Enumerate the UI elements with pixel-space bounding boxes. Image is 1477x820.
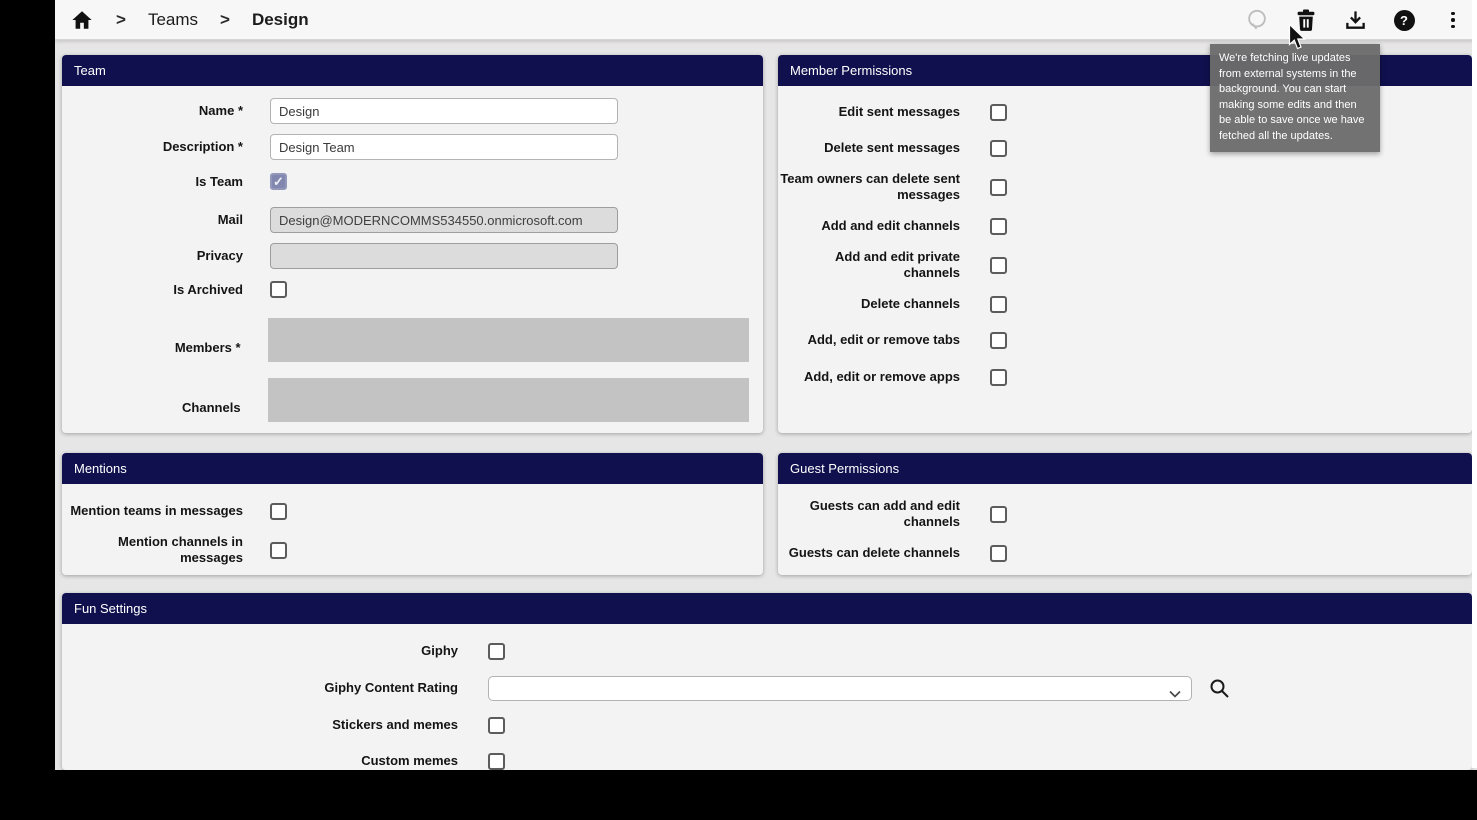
permission-row: Team owners can delete sent messages (778, 174, 1458, 200)
is-archived-row: Is Archived (62, 281, 749, 298)
app-window: > Teams > Design (55, 0, 1477, 770)
mention-teams-checkbox[interactable] (270, 503, 287, 520)
add-edit-private-channels-label: Add and edit private channels (778, 249, 960, 281)
breadcrumb-design: Design (252, 10, 309, 30)
name-label: Name * (62, 103, 243, 119)
scrollbar-track[interactable] (1472, 0, 1477, 768)
mouse-cursor (1288, 24, 1306, 56)
chevron-right-icon: > (220, 10, 230, 30)
team-panel-title: Team (62, 55, 763, 86)
guest-permissions-panel: Guest Permissions Guests can add and edi… (778, 453, 1472, 575)
help-icon[interactable]: ? (1392, 8, 1416, 32)
breadcrumb: > Teams > Design (55, 8, 309, 32)
owners-delete-messages-label: Team owners can delete sent messages (778, 171, 960, 203)
permission-row: Add, edit or remove apps (778, 364, 1458, 390)
stickers-memes-checkbox[interactable] (488, 717, 505, 734)
custom-memes-checkbox[interactable] (488, 753, 505, 770)
is-team-label: Is Team (62, 174, 243, 190)
channels-label: Channels (62, 400, 241, 422)
delete-channels-label: Delete channels (778, 296, 960, 312)
delete-sent-messages-label: Delete sent messages (778, 140, 960, 156)
mention-channels-row: Mention channels in messages (62, 537, 749, 563)
channels-field-row: Channels (62, 378, 749, 422)
name-input[interactable] (270, 98, 618, 124)
refresh-icon[interactable] (1245, 8, 1269, 32)
fun-settings-title: Fun Settings (62, 593, 1472, 624)
screen: > Teams > Design (0, 0, 1477, 820)
description-label: Description * (62, 139, 243, 155)
guests-add-edit-checkbox[interactable] (990, 506, 1007, 523)
mail-label: Mail (62, 212, 243, 228)
giphy-label: Giphy (62, 643, 458, 659)
add-edit-remove-tabs-label: Add, edit or remove tabs (778, 332, 960, 348)
delete-sent-messages-checkbox[interactable] (990, 140, 1007, 157)
permission-row: Add, edit or remove tabs (778, 327, 1458, 353)
giphy-content-rating-row: Giphy Content Rating (62, 675, 1458, 701)
team-panel: Team Name * Description * Is Team ✓ Mail (62, 55, 763, 433)
add-edit-remove-tabs-checkbox[interactable] (990, 332, 1007, 349)
add-edit-remove-apps-checkbox[interactable] (990, 369, 1007, 386)
fun-settings-panel: Fun Settings Giphy Giphy Content Rating (62, 593, 1472, 770)
privacy-field-row: Privacy (62, 243, 749, 269)
guests-delete-label: Guests can delete channels (778, 545, 960, 561)
privacy-input (270, 243, 618, 269)
mentions-panel: Mentions Mention teams in messages Menti… (62, 453, 763, 575)
giphy-row: Giphy (62, 638, 1458, 664)
privacy-label: Privacy (62, 248, 243, 264)
edit-sent-messages-label: Edit sent messages (778, 104, 960, 120)
delete-channels-checkbox[interactable] (990, 296, 1007, 313)
permission-row: Delete channels (778, 291, 1458, 317)
mentions-title: Mentions (62, 453, 763, 484)
channels-placeholder (268, 378, 749, 422)
members-field-row: Members * (62, 318, 749, 362)
home-icon[interactable] (70, 8, 94, 32)
giphy-content-rating-select[interactable] (488, 676, 1192, 701)
guests-delete-checkbox[interactable] (990, 545, 1007, 562)
permission-row: Add and edit private channels (778, 252, 1458, 278)
custom-memes-row: Custom memes (62, 748, 1458, 770)
add-edit-channels-label: Add and edit channels (778, 218, 960, 234)
giphy-checkbox[interactable] (488, 643, 505, 660)
edit-sent-messages-checkbox[interactable] (990, 104, 1007, 121)
add-edit-channels-checkbox[interactable] (990, 218, 1007, 235)
mention-channels-label: Mention channels in messages (62, 534, 243, 566)
custom-memes-label: Custom memes (62, 753, 458, 769)
is-team-checkbox[interactable]: ✓ (270, 173, 287, 190)
mention-channels-checkbox[interactable] (270, 542, 287, 559)
mention-teams-label: Mention teams in messages (62, 503, 243, 519)
top-bar: > Teams > Design (55, 0, 1477, 40)
guests-add-edit-row: Guests can add and edit channels (778, 501, 1458, 527)
add-edit-private-channels-checkbox[interactable] (990, 257, 1007, 274)
stickers-memes-row: Stickers and memes (62, 712, 1458, 738)
fetching-updates-tooltip: We're fetching live updates from externa… (1210, 44, 1380, 152)
permission-row: Add and edit channels (778, 213, 1458, 239)
mail-input (270, 207, 618, 233)
chevron-right-icon: > (116, 10, 126, 30)
is-archived-checkbox[interactable] (270, 281, 287, 298)
chevron-down-icon (1169, 685, 1181, 703)
description-input[interactable] (270, 134, 618, 160)
description-field-row: Description * (62, 134, 749, 160)
giphy-content-rating-label: Giphy Content Rating (62, 680, 458, 696)
add-edit-remove-apps-label: Add, edit or remove apps (778, 369, 960, 385)
download-icon[interactable] (1343, 8, 1367, 32)
mention-teams-row: Mention teams in messages (62, 498, 749, 524)
breadcrumb-teams[interactable]: Teams (148, 10, 198, 30)
toolbar-actions: ? (1245, 0, 1465, 40)
search-icon[interactable] (1209, 678, 1230, 699)
guests-delete-row: Guests can delete channels (778, 540, 1458, 566)
guests-add-edit-label: Guests can add and edit channels (778, 498, 960, 530)
stickers-memes-label: Stickers and memes (62, 717, 458, 733)
members-label: Members * (62, 340, 241, 362)
name-field-row: Name * (62, 98, 749, 124)
is-team-row: Is Team ✓ (62, 173, 749, 190)
members-placeholder (268, 318, 749, 362)
owners-delete-messages-checkbox[interactable] (990, 179, 1007, 196)
guest-permissions-title: Guest Permissions (778, 453, 1472, 484)
is-archived-label: Is Archived (62, 282, 243, 298)
mail-field-row: Mail (62, 207, 749, 233)
more-options-icon[interactable] (1441, 8, 1465, 32)
